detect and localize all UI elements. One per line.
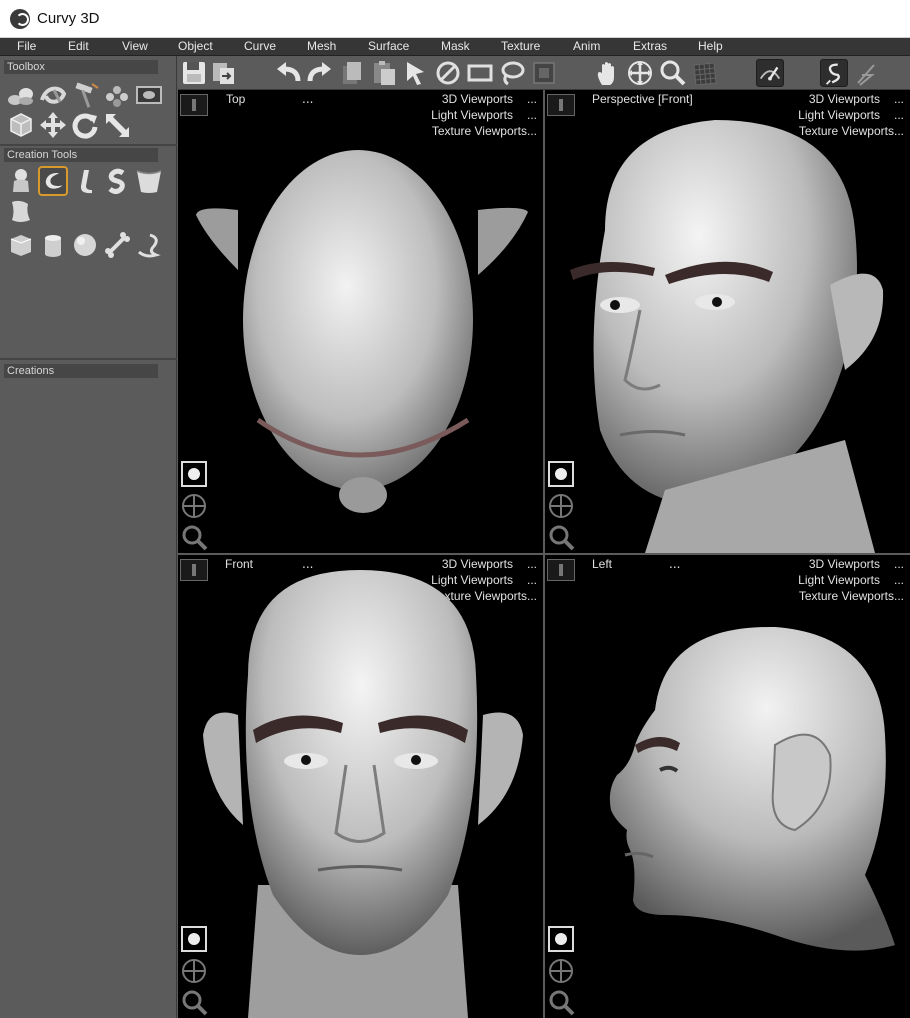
bone-primitive-icon[interactable] [102,230,132,260]
deselect-icon[interactable] [434,59,462,87]
menu-file[interactable]: File [17,39,36,53]
menu-edit[interactable]: Edit [68,39,89,53]
grid-icon[interactable] [690,59,718,87]
curve-tool-icon[interactable] [38,166,68,196]
zoom-icon[interactable] [658,59,686,87]
head-model-top [196,150,528,513]
view-zoom-icon[interactable] [547,524,575,552]
rotate-icon[interactable] [70,110,100,140]
view-target-icon[interactable] [180,925,208,953]
creation-tools-header: Creation Tools [4,148,158,162]
curve-edit-icon[interactable] [852,59,880,87]
viewport-name[interactable]: Perspective [Front] [592,92,693,106]
view-move-icon[interactable] [180,957,208,985]
combine-objects-icon[interactable] [6,80,36,110]
image-icon[interactable] [134,80,164,110]
menu-surface[interactable]: Surface [368,39,409,53]
blob-icon[interactable] [6,166,36,196]
view-move-icon[interactable] [547,492,575,520]
menu-texture[interactable]: Texture [501,39,540,53]
shell-icon[interactable] [134,166,164,196]
tube-primitive-icon[interactable] [134,230,164,260]
curve-draw-icon[interactable] [820,59,848,87]
import-icon[interactable] [210,59,238,87]
copy-icon[interactable] [338,59,366,87]
menu-bar: File Edit View Object Curve Mesh Surface… [0,38,910,56]
move-arrows-icon[interactable] [38,110,68,140]
redo-icon[interactable] [306,59,334,87]
viewport-perspective[interactable]: Perspective [Front] 3D Viewports... Ligh… [545,90,910,553]
rect-select-icon[interactable] [466,59,494,87]
save-icon[interactable] [180,59,208,87]
view-zoom-icon[interactable] [180,989,208,1017]
mask-select-icon[interactable] [530,59,558,87]
viewport-top[interactable]: Top ... 3D Viewports... Light Viewports.… [178,90,543,553]
viewport-name[interactable]: Top [226,92,245,106]
select-arrow-icon[interactable] [402,59,430,87]
render-view-icon[interactable] [756,59,784,87]
view-target-icon[interactable] [180,460,208,488]
viewport-3d-menu[interactable]: 3D Viewports... [809,92,904,106]
head-model-left [609,626,895,951]
pan-hand-icon[interactable] [594,59,622,87]
menu-mask[interactable]: Mask [441,39,470,53]
view-zoom-icon[interactable] [180,524,208,552]
viewport-left[interactable]: Left ... 3D Viewports... Light Viewports… [545,555,910,1018]
viewport-corner-button[interactable] [180,94,208,116]
undo-icon[interactable] [274,59,302,87]
viewport-corner-button[interactable] [547,559,575,581]
menu-mesh[interactable]: Mesh [307,39,336,53]
menu-object[interactable]: Object [178,39,213,53]
box-primitive-icon[interactable] [6,230,36,260]
bend-icon[interactable] [70,166,100,196]
panel-separator [0,358,177,360]
scatter-icon[interactable] [102,80,132,110]
hammer-icon[interactable] [70,80,100,110]
menu-help[interactable]: Help [698,39,723,53]
head-model-front [203,570,523,1018]
paste-icon[interactable] [370,59,398,87]
viewport-splitter-horizontal[interactable] [178,553,910,555]
left-panel: Toolbox Creation Tools Creations [0,56,177,1018]
view-zoom-icon[interactable] [547,989,575,1017]
viewport-name-menu[interactable]: ... [302,92,313,106]
viewport-name[interactable]: Left [592,557,612,571]
sheet-icon[interactable] [6,196,36,226]
menu-extras[interactable]: Extras [633,39,667,53]
viewport-3d-menu[interactable]: 3D Viewports... [442,92,537,106]
viewport-3d-menu[interactable]: 3D Viewports... [809,557,904,571]
lasso-select-icon[interactable] [498,59,526,87]
menu-curve[interactable]: Curve [244,39,276,53]
toolbox-header: Toolbox [4,60,158,74]
viewport-texture-menu[interactable]: Texture Viewports... [799,589,904,603]
viewport-front[interactable]: Front ... 3D Viewports... Light Viewport… [178,555,543,1018]
panel-separator [0,144,177,146]
s-curve-icon[interactable] [102,166,132,196]
menu-anim[interactable]: Anim [573,39,600,53]
cube-select-icon[interactable] [6,110,36,140]
window-title: Curvy 3D [37,10,100,27]
twist-icon[interactable] [38,80,68,110]
scale-arrow-icon[interactable] [102,110,132,140]
main-toolbar [178,56,910,90]
view-target-icon[interactable] [547,925,575,953]
head-model-perspective [570,120,884,553]
view-target-icon[interactable] [547,460,575,488]
curvy3d-window: Curvy 3D File Edit View Object Curve Mes… [0,0,910,1018]
menu-view[interactable]: View [122,39,148,53]
cylinder-primitive-icon[interactable] [38,230,68,260]
creations-header: Creations [4,364,158,378]
sphere-primitive-icon[interactable] [70,230,100,260]
view-move-icon[interactable] [180,492,208,520]
view-move-icon[interactable] [547,957,575,985]
viewport-light-menu[interactable]: Light Viewports... [798,573,904,587]
move-view-icon[interactable] [626,59,654,87]
viewport-name-menu[interactable]: ... [669,557,680,571]
title-bar: Curvy 3D [0,0,910,38]
app-logo-icon [10,9,30,29]
